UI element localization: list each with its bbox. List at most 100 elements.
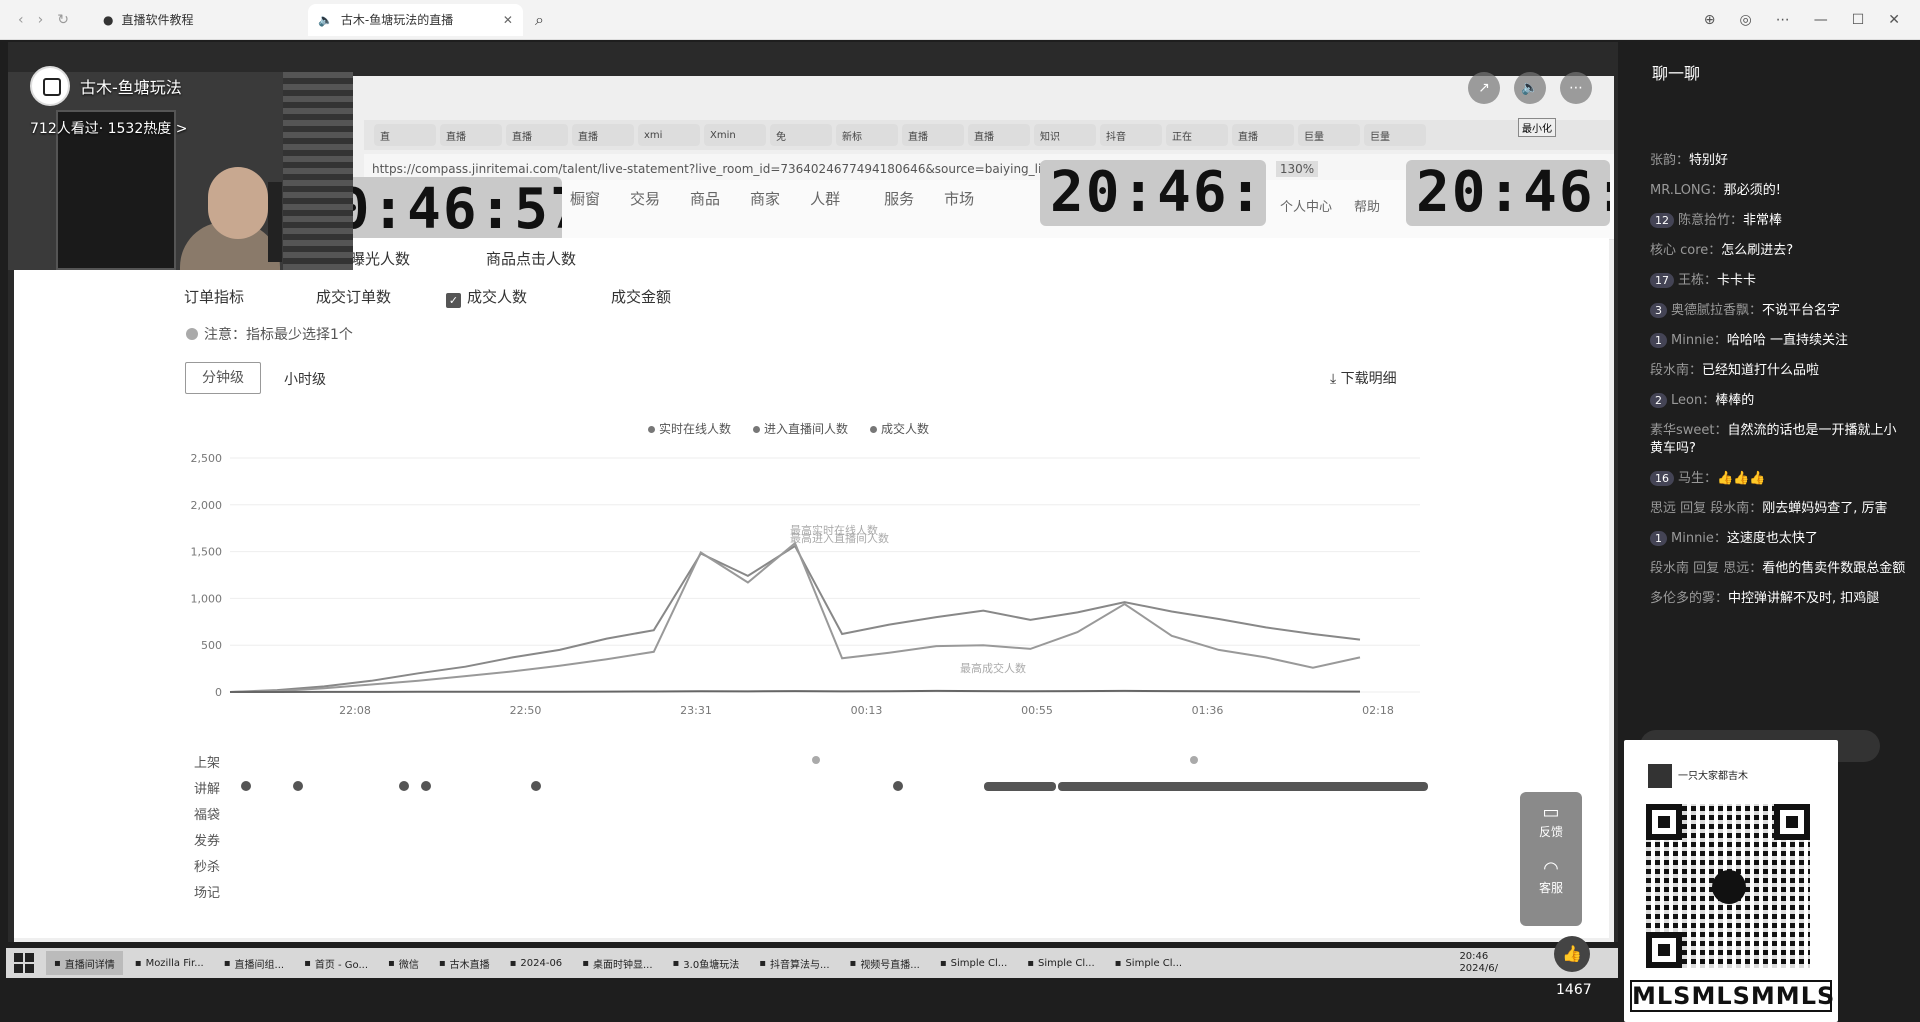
taskbar-label: 2024-06 bbox=[520, 957, 563, 969]
taskbar-item[interactable]: ▪ 3.0鱼塘玩法 bbox=[665, 951, 748, 975]
legend-item[interactable]: 成交人数 bbox=[870, 420, 929, 437]
forward-icon[interactable]: › bbox=[38, 12, 44, 28]
taskbar-item[interactable]: ▪ 微信 bbox=[380, 951, 427, 975]
search-icon[interactable]: ⌕ bbox=[535, 10, 544, 30]
inner-tab[interactable]: 免 bbox=[770, 124, 832, 146]
taskbar-item[interactable]: ▪ 首页 - Go... bbox=[296, 951, 376, 975]
chat-user[interactable]: Minnie： bbox=[1671, 531, 1727, 546]
legend-item[interactable]: 实时在线人数 bbox=[648, 420, 731, 437]
app-icon: ▪ bbox=[54, 957, 61, 969]
viewer-count[interactable]: 712人看过· 1532热度 > bbox=[30, 118, 187, 138]
feedback-button[interactable]: ▭ 反馈 bbox=[1520, 802, 1582, 840]
checkbox-checked-icon[interactable]: ✓ bbox=[446, 293, 461, 308]
inner-tab[interactable]: 直播 bbox=[506, 124, 568, 146]
chat-user[interactable]: 段水南： bbox=[1650, 363, 1702, 378]
window-close-icon[interactable]: ✕ bbox=[1888, 12, 1900, 28]
minute-level-button[interactable]: 分钟级 bbox=[185, 362, 261, 394]
metric-buyers[interactable]: ✓ 成交人数 bbox=[446, 286, 527, 308]
metric-order-count[interactable]: 成交订单数 bbox=[316, 286, 391, 307]
inner-tab[interactable]: Xmin bbox=[704, 124, 766, 146]
chat-text: 已经知道打什么品啦 bbox=[1702, 363, 1820, 378]
taskbar-item[interactable]: ▪ Simple Cl... bbox=[1107, 951, 1190, 975]
site-nav-item[interactable]: 服务 bbox=[884, 188, 914, 209]
more-options-icon[interactable]: ⋯ bbox=[1560, 72, 1592, 104]
chat-user[interactable]: 思远 回复 段水南： bbox=[1650, 501, 1762, 516]
inner-tab[interactable]: 直播 bbox=[968, 124, 1030, 146]
windows-start-icon[interactable] bbox=[14, 953, 34, 973]
more-icon[interactable]: ⋯ bbox=[1776, 12, 1790, 28]
taskbar-item[interactable]: ▪ 桌面时钟显... bbox=[574, 951, 660, 975]
inner-tab[interactable]: 巨量 bbox=[1298, 124, 1360, 146]
hour-level-button[interactable]: 小时级 bbox=[284, 369, 326, 389]
chat-user[interactable]: 马生： bbox=[1678, 471, 1717, 486]
chat-user[interactable]: 张韵： bbox=[1650, 153, 1689, 168]
chat-user[interactable]: 素华sweet： bbox=[1650, 423, 1728, 438]
taskbar-item[interactable]: ▪ 直播间详情 bbox=[46, 951, 123, 975]
chat-text: 怎么刷进去? bbox=[1721, 243, 1794, 258]
taskbar-item[interactable]: ▪ 直播间组... bbox=[216, 951, 292, 975]
inner-tab[interactable]: 直播 bbox=[440, 124, 502, 146]
inner-tab[interactable]: 知识 bbox=[1034, 124, 1096, 146]
help-link[interactable]: 帮助 bbox=[1354, 196, 1380, 215]
chat-user[interactable]: 奥德腻拉香飘： bbox=[1671, 303, 1762, 318]
download-icon[interactable]: ⊕ bbox=[1704, 12, 1716, 28]
metric-gmv[interactable]: 成交金额 bbox=[611, 286, 671, 307]
inner-tab[interactable]: 抖音 bbox=[1100, 124, 1162, 146]
taskbar-item[interactable]: ▪ Mozilla Fir... bbox=[127, 951, 212, 975]
metric-buyers-label: 成交人数 bbox=[467, 288, 528, 306]
service-button[interactable]: ◠ 客服 bbox=[1520, 858, 1582, 896]
chat-user[interactable]: 核心 core： bbox=[1650, 243, 1721, 258]
minimize-icon[interactable]: — bbox=[1814, 12, 1828, 28]
volume-icon[interactable]: 🔈 bbox=[1514, 72, 1546, 104]
taskbar-item[interactable]: ▪ 视频号直播... bbox=[842, 951, 928, 975]
download-detail-button[interactable]: ⤓ 下载明细 bbox=[1330, 368, 1397, 388]
site-nav-item[interactable]: 交易 bbox=[630, 188, 660, 209]
reload-icon[interactable]: ↻ bbox=[57, 12, 69, 28]
site-nav-item[interactable]: 人群 bbox=[810, 188, 840, 209]
taskbar-item[interactable]: ▪ 2024-06 bbox=[502, 951, 571, 975]
inner-tab[interactable]: 直播 bbox=[1232, 124, 1294, 146]
chat-user[interactable]: Leon： bbox=[1671, 393, 1715, 408]
globe-icon[interactable]: ◎ bbox=[1739, 12, 1751, 28]
inner-tab[interactable]: 直 bbox=[374, 124, 436, 146]
x-tick-label: 22:08 bbox=[339, 704, 371, 717]
chat-user[interactable]: MR.LONG： bbox=[1650, 183, 1724, 198]
site-nav-item[interactable]: 市场 bbox=[944, 188, 974, 209]
browser-tab-2[interactable]: 🔈 古木-鱼塘玩法的直播 ✕ bbox=[307, 3, 523, 36]
taskbar-item[interactable]: ▪ Simple Cl... bbox=[1019, 951, 1102, 975]
taskbar-item[interactable]: ▪ 抖音算法与... bbox=[751, 951, 837, 975]
maximize-icon[interactable]: ☐ bbox=[1852, 12, 1865, 28]
site-nav-item[interactable]: 橱窗 bbox=[570, 188, 600, 209]
taskbar-label: 桌面时钟显... bbox=[592, 959, 653, 971]
metric-exposure[interactable]: 曝光人数 bbox=[350, 248, 410, 269]
site-nav-item[interactable]: 商家 bbox=[750, 188, 780, 209]
metric-product-click[interactable]: 商品点击人数 bbox=[486, 248, 576, 269]
inner-tab[interactable]: 新标 bbox=[836, 124, 898, 146]
close-icon[interactable]: ✕ bbox=[503, 13, 513, 27]
inner-tab[interactable]: 巨量 bbox=[1364, 124, 1426, 146]
back-icon[interactable]: ‹ bbox=[18, 12, 24, 28]
taskbar-item[interactable]: ▪ 古木直播 bbox=[431, 951, 498, 975]
like-button[interactable]: 👍 bbox=[1554, 936, 1590, 972]
chat-user[interactable]: 王栋： bbox=[1678, 273, 1717, 288]
chat-user[interactable]: 陈意拾竹： bbox=[1678, 213, 1743, 228]
browser-tab-1[interactable]: ● 直播软件教程 bbox=[93, 4, 308, 36]
chat-user[interactable]: 段水南 回复 思远： bbox=[1650, 561, 1762, 576]
listing-mark bbox=[812, 756, 820, 764]
chat-text: 特别好 bbox=[1689, 153, 1729, 168]
legend-item[interactable]: 进入直播间人数 bbox=[753, 420, 848, 437]
chat-user[interactable]: Minnie： bbox=[1671, 333, 1727, 348]
user-center-link[interactable]: 个人中心 bbox=[1280, 196, 1332, 215]
share-icon[interactable]: ↗ bbox=[1468, 72, 1500, 104]
inner-tab[interactable]: 直播 bbox=[902, 124, 964, 146]
inner-tab[interactable]: 正在 bbox=[1166, 124, 1228, 146]
taskbar-item[interactable]: ▪ Simple Cl... bbox=[932, 951, 1015, 975]
streamer-info[interactable]: 古木-鱼塘玩法 bbox=[30, 66, 182, 106]
inner-tab[interactable]: 直播 bbox=[572, 124, 634, 146]
zoom-level[interactable]: 130% bbox=[1275, 161, 1319, 177]
avatar[interactable] bbox=[30, 66, 70, 106]
chat-user[interactable]: 多伦多的雾： bbox=[1650, 591, 1728, 606]
chat-message: 1 Minnie：这速度也太快了 bbox=[1650, 530, 1908, 548]
inner-tab[interactable]: xmi bbox=[638, 124, 700, 146]
site-nav-item[interactable]: 商品 bbox=[690, 188, 720, 209]
